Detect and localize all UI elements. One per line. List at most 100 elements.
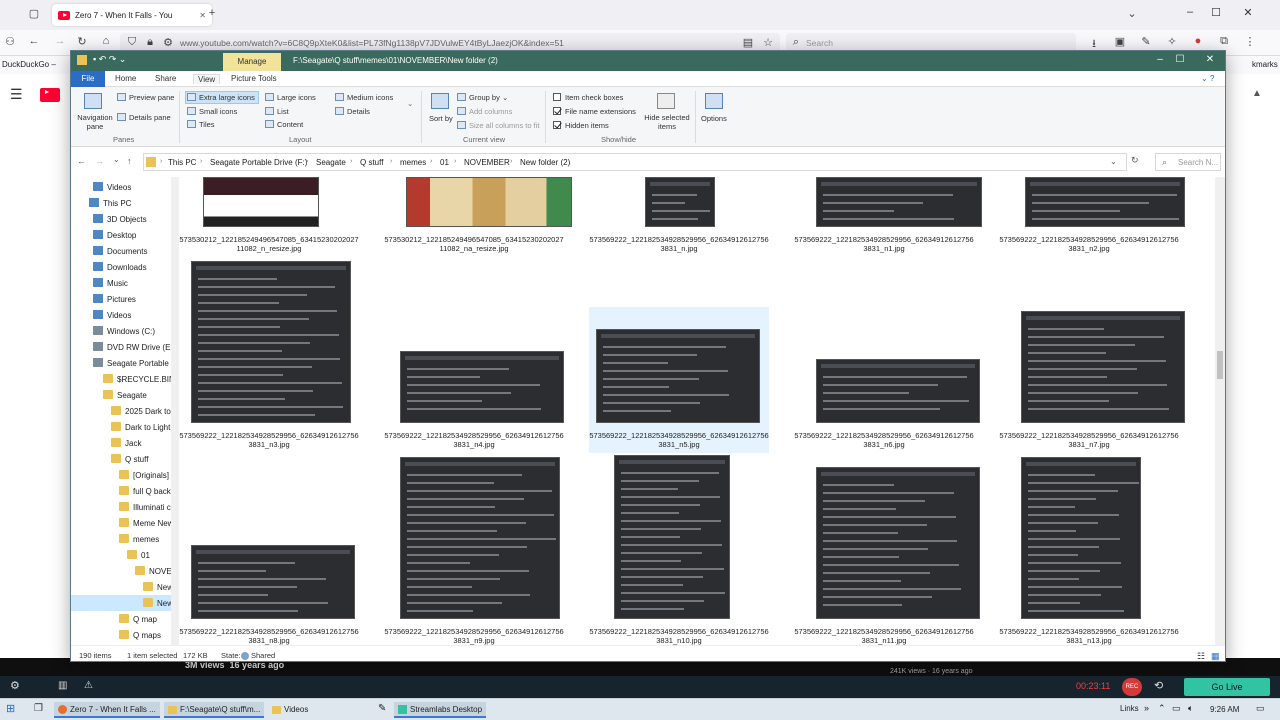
- browser-tab-youtube[interactable]: Zero 7 - When It Falls - You ✕: [52, 4, 212, 26]
- nav-item[interactable]: Jack: [71, 435, 171, 451]
- forward-icon[interactable]: →: [52, 35, 68, 47]
- nav-item[interactable]: New fo: [71, 579, 171, 595]
- list-view-button[interactable]: List: [265, 107, 289, 116]
- nav-item[interactable]: Dark to Light: [71, 419, 171, 435]
- bookmark-duckduckgo[interactable]: DuckDuckGo –: [2, 60, 56, 69]
- preview-pane-button[interactable]: Preview pane: [117, 93, 174, 102]
- image-thumbnail[interactable]: [191, 545, 355, 619]
- image-thumbnail[interactable]: [816, 359, 980, 423]
- nav-item[interactable]: 2025 Dark to: [71, 403, 171, 419]
- nav-item[interactable]: DVD RW Drive (E: [71, 339, 171, 355]
- image-thumbnail[interactable]: [203, 177, 319, 227]
- nav-item[interactable]: memes: [71, 531, 171, 547]
- details-view-toggle-icon[interactable]: ☷: [1197, 651, 1205, 661]
- nav-item[interactable]: $RECYCLE.BIN: [71, 371, 171, 387]
- breadcrumb-01[interactable]: 01: [440, 158, 449, 167]
- taskbar-item-videos[interactable]: Videos: [268, 702, 312, 718]
- details-view-button[interactable]: Details: [335, 107, 370, 116]
- medium-icons-button[interactable]: Medium icons: [335, 93, 393, 102]
- nav-item[interactable]: Q stuff: [71, 451, 171, 467]
- explorer-minimize-button[interactable]: –: [1151, 54, 1169, 65]
- record-button[interactable]: REC: [1122, 678, 1142, 696]
- forward-icon[interactable]: →: [95, 156, 104, 166]
- scroll-up-icon[interactable]: ▲: [1252, 88, 1262, 99]
- notifications-icon[interactable]: ▭: [1256, 703, 1265, 714]
- list-tabs-icon[interactable]: ⌄: [1124, 7, 1140, 20]
- shield-icon[interactable]: ⛉: [124, 36, 140, 49]
- image-thumbnail[interactable]: [816, 467, 980, 619]
- recent-locations-icon[interactable]: ⌄: [113, 155, 120, 164]
- tab-file[interactable]: File: [71, 71, 105, 87]
- image-thumbnail[interactable]: [645, 177, 715, 227]
- reader-view-icon[interactable]: ▤: [740, 36, 756, 49]
- content-view-button[interactable]: Content: [265, 120, 303, 129]
- tab-share[interactable]: Share: [155, 74, 176, 83]
- app-icon[interactable]: ✎: [378, 703, 386, 714]
- large-icons-toggle-icon[interactable]: ▦: [1211, 651, 1220, 661]
- nav-item[interactable]: New fo: [71, 595, 171, 611]
- image-thumbnail[interactable]: [1021, 311, 1185, 423]
- image-thumbnail[interactable]: [400, 457, 560, 619]
- stats-icon[interactable]: ▥: [58, 680, 67, 691]
- network-icon[interactable]: ▭: [1172, 703, 1181, 714]
- tab-overview-icon[interactable]: ▢: [26, 7, 42, 20]
- taskbar-item-streamlabs[interactable]: Streamlabs Desktop: [394, 702, 487, 718]
- up-icon[interactable]: ↑: [127, 156, 132, 166]
- breadcrumb-drive[interactable]: Seagate Portable Drive (F:): [210, 158, 307, 167]
- tray-icon[interactable]: ⌃: [1158, 703, 1166, 714]
- address-bar[interactable]: › This PC › Seagate Portable Drive (F:) …: [143, 153, 1127, 171]
- explorer-maximize-button[interactable]: ☐: [1171, 54, 1189, 65]
- nav-item[interactable]: Videos: [71, 307, 171, 323]
- navigation-pane-button[interactable]: Navigation pane: [75, 113, 115, 131]
- taskbar-item-firefox[interactable]: Zero 7 - When It Falls ...: [54, 702, 160, 718]
- task-view-icon[interactable]: ❐: [34, 703, 43, 714]
- scrollbar-thumb[interactable]: [1217, 351, 1223, 379]
- quick-access-toolbar-icon[interactable]: ▪ ↶ ↷ ⌄: [93, 54, 126, 65]
- nav-item[interactable]: Seagate Portable: [71, 355, 171, 371]
- image-thumbnail[interactable]: [400, 351, 564, 423]
- nav-item[interactable]: Seagate: [71, 387, 171, 403]
- extension-icon[interactable]: ▣: [1112, 35, 1128, 48]
- extension-icon[interactable]: ✧: [1164, 35, 1180, 48]
- extension-icon[interactable]: ⧉: [1216, 35, 1232, 48]
- address-dropdown-icon[interactable]: ⌄: [1110, 157, 1117, 166]
- replay-icon[interactable]: ⟲: [1154, 679, 1163, 692]
- tray-expand-icon[interactable]: »: [1144, 703, 1149, 713]
- settings-icon[interactable]: ⚙: [10, 679, 20, 692]
- layout-scroll-icon[interactable]: ⌄: [407, 99, 413, 108]
- nav-item[interactable]: This PC: [71, 195, 171, 211]
- back-icon[interactable]: ←: [77, 156, 86, 166]
- nav-item[interactable]: Q maps: [71, 627, 171, 643]
- tiles-view-button[interactable]: Tiles: [187, 120, 215, 129]
- hamburger-icon[interactable]: ☰: [10, 86, 23, 103]
- file-list-scrollbar[interactable]: [1215, 177, 1225, 645]
- nav-item[interactable]: Videos: [71, 179, 171, 195]
- hide-selected-button[interactable]: Hide selected items: [641, 113, 693, 131]
- nav-item[interactable]: Meme New: [71, 515, 171, 531]
- extra-large-icons-button[interactable]: Extra large icons: [187, 93, 255, 102]
- tab-picture-tools[interactable]: Picture Tools: [231, 74, 277, 83]
- nav-item[interactable]: Desktop: [71, 227, 171, 243]
- nav-item[interactable]: Documents: [71, 243, 171, 259]
- reload-icon[interactable]: ↻: [74, 35, 90, 48]
- image-thumbnail[interactable]: [596, 329, 760, 423]
- add-columns-button[interactable]: Add columns: [457, 107, 512, 116]
- menu-icon[interactable]: ⋮: [1242, 35, 1258, 48]
- nav-item[interactable]: Pictures: [71, 291, 171, 307]
- other-bookmarks[interactable]: kmarks: [1252, 60, 1278, 69]
- image-thumbnail[interactable]: [191, 261, 351, 423]
- nav-item[interactable]: Illuminati c: [71, 499, 171, 515]
- nav-item[interactable]: Downloads: [71, 259, 171, 275]
- item-check-boxes-checkbox[interactable]: Item check boxes: [553, 93, 623, 102]
- extension-icon[interactable]: ✎: [1138, 35, 1154, 48]
- browser-close-button[interactable]: ✕: [1238, 6, 1258, 19]
- image-thumbnail[interactable]: [1025, 177, 1185, 227]
- links-toolbar[interactable]: Links: [1120, 704, 1139, 713]
- breadcrumb-memes[interactable]: memes: [400, 158, 426, 167]
- tab-view[interactable]: View: [193, 74, 221, 84]
- large-icons-button[interactable]: Large icons: [265, 93, 316, 102]
- small-icons-button[interactable]: Small icons: [187, 107, 237, 116]
- volume-icon[interactable]: 🔈︎: [1188, 703, 1193, 714]
- file-tile[interactable]: 573569222_122182534928529956_62634912612…: [589, 307, 769, 453]
- nav-item[interactable]: [Originals]: [71, 467, 171, 483]
